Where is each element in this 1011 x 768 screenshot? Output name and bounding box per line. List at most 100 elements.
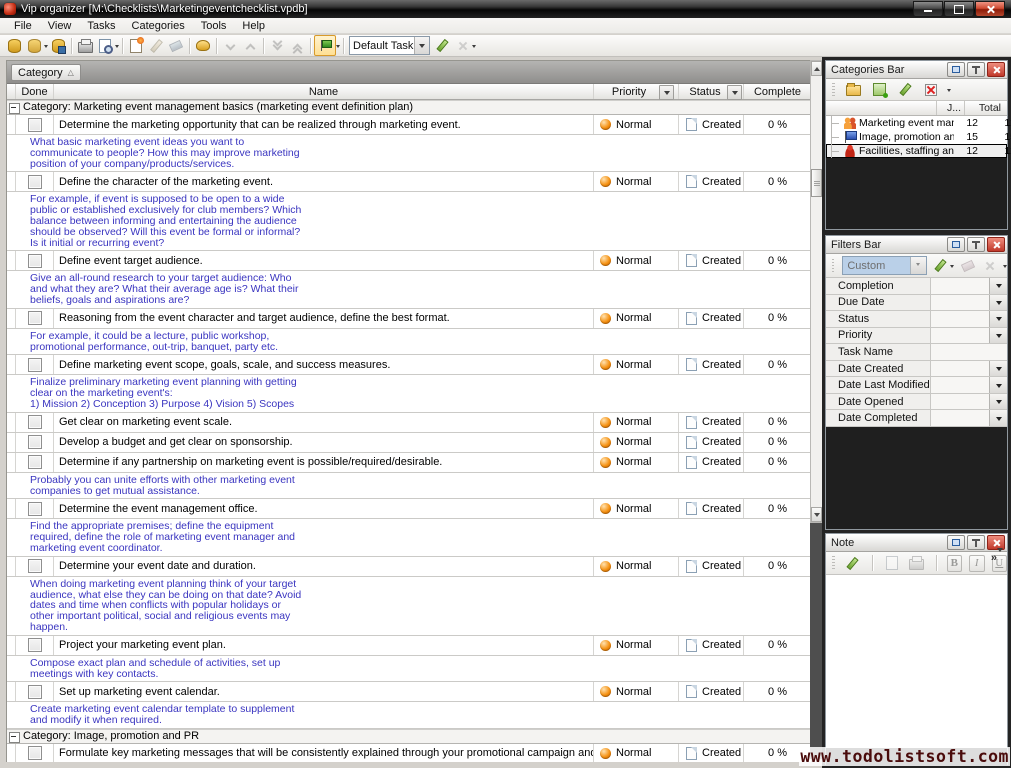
note-print-button[interactable]	[908, 554, 926, 573]
column-header-complete[interactable]: Complete	[744, 84, 811, 99]
panel-restore-button[interactable]	[947, 535, 965, 550]
filter-value[interactable]	[931, 328, 989, 344]
task-row[interactable]: Define marketing event scope, goals, sca…	[7, 355, 811, 375]
filter-dropdown-button[interactable]	[989, 328, 1007, 344]
filter-value[interactable]	[931, 311, 989, 327]
panel-close-button[interactable]	[987, 237, 1005, 252]
filter-value[interactable]	[931, 295, 989, 311]
task-row[interactable]: Determine your event date and duration.N…	[7, 557, 811, 577]
scroll-down-button[interactable]	[811, 507, 822, 522]
task-checkbox[interactable]	[28, 559, 42, 573]
print-preview-button[interactable]	[95, 36, 115, 55]
filter-dropdown-button[interactable]	[989, 311, 1007, 327]
edit-task-button[interactable]	[146, 36, 166, 55]
filter-toggle-button[interactable]	[314, 35, 336, 56]
menu-view[interactable]: View	[40, 19, 80, 33]
panel-pin-button[interactable]	[967, 62, 985, 77]
print-dropdown-icon[interactable]	[115, 45, 119, 50]
task-row[interactable]: Determine if any partnership on marketin…	[7, 453, 811, 473]
panel-restore-button[interactable]	[947, 237, 965, 252]
panel-close-button[interactable]	[987, 62, 1005, 77]
task-checkbox[interactable]	[28, 685, 42, 699]
column-header-done[interactable]: Done	[15, 84, 54, 99]
note-edit-button[interactable]	[844, 554, 862, 573]
delete-category-button[interactable]	[921, 80, 941, 99]
edit-category-button[interactable]	[895, 80, 915, 99]
task-checkbox[interactable]	[28, 358, 42, 372]
menu-help[interactable]: Help	[234, 19, 273, 33]
add-subcategory-button[interactable]	[869, 80, 889, 99]
categories-col1-header[interactable]: J...	[947, 101, 961, 115]
category-row[interactable]: Category: Marketing event management bas…	[7, 100, 811, 115]
task-row[interactable]: Determine the event management office.No…	[7, 499, 811, 519]
print-button[interactable]	[75, 36, 95, 55]
category-item[interactable]: Image, promotion and P1515	[826, 130, 1007, 144]
task-row[interactable]: Get clear on marketing event scale.Norma…	[7, 413, 811, 433]
category-item[interactable]: Marketing event manage1212	[826, 116, 1007, 130]
collapse-icon[interactable]	[9, 103, 20, 114]
category-row[interactable]: Category: Image, promotion and PR	[7, 729, 811, 744]
panel-pin-button[interactable]	[967, 237, 985, 252]
menu-tasks[interactable]: Tasks	[79, 19, 123, 33]
filter-dropdown-button[interactable]	[989, 377, 1007, 393]
maximize-button[interactable]	[944, 1, 974, 17]
task-checkbox[interactable]	[28, 175, 42, 189]
task-row[interactable]: Formulate key marketing messages that wi…	[7, 744, 811, 764]
task-checkbox[interactable]	[28, 254, 42, 268]
filters-overflow-icon[interactable]	[1003, 265, 1007, 270]
panel-restore-button[interactable]	[947, 62, 965, 77]
new-task-button[interactable]	[126, 36, 146, 55]
filter-dropdown-button[interactable]	[989, 410, 1007, 426]
task-checkbox[interactable]	[28, 118, 42, 132]
assign-button[interactable]	[193, 36, 213, 55]
task-checkbox[interactable]	[28, 746, 42, 760]
new-database-button[interactable]	[4, 36, 24, 55]
category-item[interactable]: Facilities, staffing and tr1212	[826, 144, 1007, 158]
filter-dropdown-button[interactable]	[989, 361, 1007, 377]
filter-value[interactable]	[931, 344, 1007, 360]
task-row[interactable]: Reasoning from the event character and t…	[7, 309, 811, 329]
task-checkbox[interactable]	[28, 502, 42, 516]
toolbar-overflow-icon[interactable]	[472, 45, 476, 50]
note-preview-button[interactable]	[883, 554, 901, 573]
apply-filter-button[interactable]	[933, 256, 949, 275]
bold-button[interactable]: B	[947, 555, 963, 572]
filter-dropdown-button[interactable]	[989, 394, 1007, 410]
filter-value[interactable]	[931, 278, 989, 294]
filter-preset-combobox[interactable]: Custom	[842, 256, 926, 275]
note-toolbar-overflow[interactable]: »	[991, 553, 1003, 563]
task-row[interactable]: Project your marketing event plan.Normal…	[7, 636, 811, 656]
task-row[interactable]: Develop a budget and get clear on sponso…	[7, 433, 811, 453]
task-checkbox[interactable]	[28, 311, 42, 325]
open-database-button[interactable]	[24, 36, 44, 55]
categories-overflow-icon[interactable]	[947, 89, 951, 94]
filter-value[interactable]	[931, 394, 989, 410]
move-bottom-button[interactable]	[267, 36, 287, 55]
task-row[interactable]: Determine the marketing opportunity that…	[7, 115, 811, 135]
move-top-button[interactable]	[287, 36, 307, 55]
status-filter-button[interactable]	[727, 85, 742, 100]
filter-value[interactable]	[931, 361, 989, 377]
minimize-button[interactable]	[913, 1, 943, 17]
save-database-button[interactable]	[48, 36, 68, 55]
scrollbar-thumb[interactable]	[811, 169, 822, 197]
task-type-combobox[interactable]: Default Task	[349, 36, 430, 55]
filter-value[interactable]	[931, 377, 989, 393]
task-checkbox[interactable]	[28, 415, 42, 429]
move-up-button[interactable]	[240, 36, 260, 55]
scroll-up-button[interactable]	[811, 61, 822, 76]
filter-dropdown-button[interactable]	[989, 295, 1007, 311]
menu-file[interactable]: File	[6, 19, 40, 33]
panel-pin-button[interactable]	[967, 535, 985, 550]
task-type-dropdown-button[interactable]	[414, 37, 429, 54]
note-content[interactable]	[826, 575, 1007, 748]
cancel-task-type-button[interactable]	[452, 36, 472, 55]
filter-dropdown-button[interactable]	[989, 278, 1007, 294]
task-checkbox[interactable]	[28, 435, 42, 449]
clear-filter-button[interactable]	[960, 256, 976, 275]
apply-task-type-button[interactable]	[432, 36, 452, 55]
collapse-icon[interactable]	[9, 732, 20, 743]
italic-button[interactable]: I	[969, 555, 985, 572]
remove-filter-button[interactable]	[982, 256, 998, 275]
group-by-category-button[interactable]: Category △	[11, 64, 81, 81]
